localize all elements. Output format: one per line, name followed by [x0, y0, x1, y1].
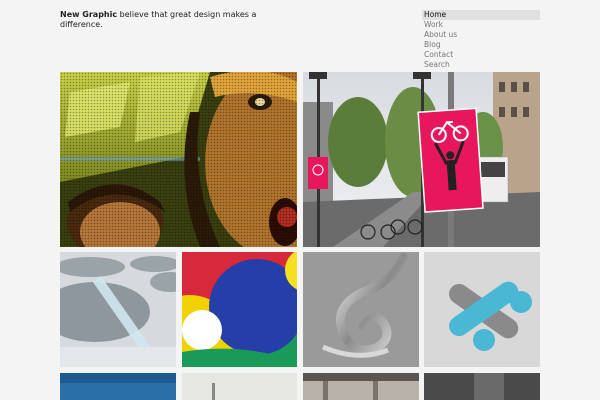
nav-item-blog[interactable]: Blog — [422, 40, 540, 50]
portfolio-tile-blue-texture[interactable] — [60, 373, 176, 400]
cross-logo-image — [424, 252, 540, 367]
portfolio-tile-street-poster[interactable] — [303, 72, 540, 247]
main-nav: Home Work About us Blog Contact Search — [422, 10, 540, 70]
portfolio-tile-halftone-faces[interactable] — [60, 72, 297, 247]
halftone-faces-image — [60, 72, 297, 247]
nav-item-contact[interactable]: Contact — [422, 50, 540, 60]
portfolio-tile-interior[interactable] — [303, 373, 419, 400]
nav-item-work[interactable]: Work — [422, 20, 540, 30]
street-poster-image — [303, 72, 540, 247]
portfolio-tile-cross-logo[interactable] — [424, 252, 540, 367]
portfolio-tile-chrome-sculpture[interactable] — [303, 252, 419, 367]
chrome-sculpture-image — [303, 252, 419, 367]
portfolio-tile-colour-circles[interactable] — [182, 252, 297, 367]
intro-text: New Graphic believe that great design ma… — [60, 10, 260, 30]
portfolio-tile-dark-texture[interactable] — [424, 373, 540, 400]
blue-texture-image — [60, 373, 176, 400]
brand-name[interactable]: New Graphic — [60, 10, 117, 19]
portfolio-tile-grey-circles[interactable] — [60, 252, 176, 367]
nav-item-about[interactable]: About us — [422, 30, 540, 40]
interior-image — [303, 373, 419, 400]
white-room-image — [182, 373, 297, 400]
nav-item-search[interactable]: Search — [422, 60, 540, 70]
nav-item-home[interactable]: Home — [422, 10, 540, 20]
grey-circles-image — [60, 252, 176, 367]
portfolio-tile-white-room[interactable] — [182, 373, 297, 400]
dark-texture-image — [424, 373, 540, 400]
colour-circles-image — [182, 252, 297, 367]
